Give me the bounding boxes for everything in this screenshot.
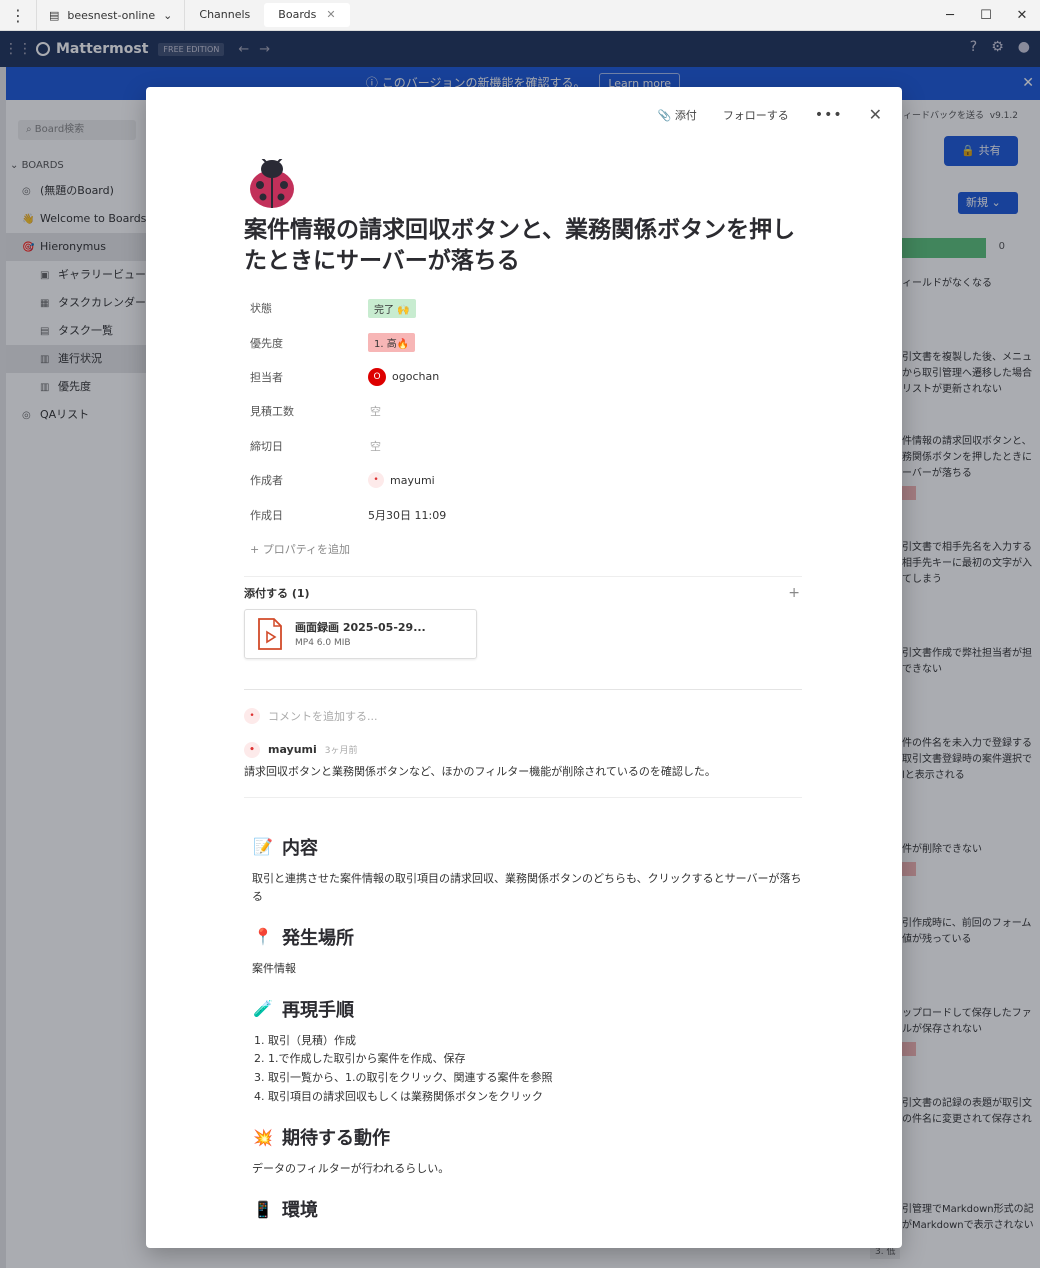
list-item: 取引（見積）作成 [268,1032,802,1051]
avatar: • [368,472,384,489]
phone-icon: 📱 [253,1199,273,1219]
attachment-file[interactable]: 画面録画 2025-05-29... MP4 6.0 MIB [244,608,477,659]
add-property-button[interactable]: + プロパティを追加 [244,538,802,562]
close-window-icon[interactable]: ✕ [1004,0,1040,31]
assignee-value[interactable]: Oogochan [368,367,439,386]
list-item: 取引一覧から、1.の取引をクリック、関連する案件を参照 [268,1069,802,1088]
comment-body: 請求回収ボタンと業務関係ボタンなど、ほかのフィルター機能が削除されているのを確認… [244,764,716,778]
dialog-toolbar: 📎 添付 フォローする ••• ✕ [658,105,882,124]
ladybug-icon[interactable] [246,156,298,209]
property-key[interactable]: 作成日 [244,507,368,523]
card-title[interactable]: 案件情報の請求回収ボタンと、業務関係ボタンを押したときにサーバーが落ちる [244,215,802,277]
comment-input[interactable]: • コメントを追加する... [244,707,802,724]
attachments-heading: 添付する (1) [244,586,310,600]
avatar: • [244,741,260,758]
chevron-down-icon: ⌄ [163,8,173,22]
property-key[interactable]: 作成者 [244,472,368,488]
tab-channels[interactable]: Channels [185,3,264,27]
property-status: 状態 完了 🙌 [244,291,802,325]
comment-item: • mayumi 3ヶ月前 請求回収ボタンと業務関係ボタンなど、ほかのフィルター… [244,741,802,779]
test-tube-icon: 🧪 [253,999,273,1019]
heading-location: 📍 発生場所 [253,927,354,949]
estimate-value[interactable]: 空 [368,403,381,419]
comment-placeholder: コメントを追加する... [268,709,378,723]
location-text: 案件情報 [252,961,296,975]
attach-button[interactable]: 📎 添付 [658,107,697,123]
attachments-section: 添付する (1) + 画面録画 2025-05-29... MP4 6.0 MI… [244,575,802,659]
expected-text: データのフィルターが行われるらしい。 [252,1162,450,1176]
property-creator: 作成者 • mayumi [244,463,802,497]
server-selector[interactable]: ▤ beesnest-online ⌄ [36,0,186,31]
property-key[interactable]: 状態 [244,300,368,316]
window-controls: ─ ☐ ✕ [932,0,1040,31]
content-text: 取引と連携させた案件情報の取引項目の請求回収、業務関係ボタンのどちらも、クリック… [252,871,802,903]
add-attachment-icon[interactable]: + [788,585,800,601]
comment-time: 3ヶ月前 [324,746,358,757]
property-priority: 優先度 1. 高🔥 [244,325,802,359]
property-key[interactable]: 優先度 [244,335,368,351]
tab-boards[interactable]: Boards ✕ [264,3,350,27]
attachment-meta: MP4 6.0 MIB [295,638,351,649]
list-item: 1.で作成した取引から案件を作成、保存 [268,1050,802,1069]
server-icon: ▤ [49,8,60,22]
property-created-date: 作成日 5月30日 11:09 [244,497,802,531]
video-file-icon [257,617,283,650]
memo-icon: 📝 [253,837,273,857]
heading-expected: 💥 期待する動作 [253,1127,390,1150]
window-titlebar: ⋮ ▤ beesnest-online ⌄ Channels Boards ✕ … [0,0,1040,31]
property-due-date: 締切日 空 [244,429,802,463]
close-tab-icon[interactable]: ✕ [326,3,335,27]
avatar: O [368,367,386,386]
comment-author: mayumi [268,743,317,757]
created-date-value: 5月30日 11:09 [368,508,447,522]
follow-button[interactable]: フォローする [723,107,789,123]
card-detail-dialog: 📎 添付 フォローする ••• ✕ 案件情報の請求回収ボタンと、業務関係ボタンを… [146,87,902,1248]
property-key[interactable]: 締切日 [244,438,368,454]
avatar: • [244,707,260,724]
card-properties: 状態 完了 🙌 優先度 1. 高🔥 担当者 Oogochan 見積工数 空 締切… [244,291,802,532]
more-options-icon[interactable]: ••• [815,107,843,123]
divider [244,688,802,690]
priority-badge[interactable]: 1. 高🔥 [368,333,416,353]
maximize-icon[interactable]: ☐ [968,0,1004,31]
property-estimate: 見積工数 空 [244,394,802,428]
heading-repro: 🧪 再現手順 [253,999,354,1021]
status-badge[interactable]: 完了 🙌 [368,298,416,318]
property-key[interactable]: 担当者 [244,369,368,385]
minimize-icon[interactable]: ─ [932,0,968,31]
due-date-value[interactable]: 空 [368,438,381,454]
tab-boards-label: Boards [278,8,317,21]
close-dialog-icon[interactable]: ✕ [869,105,882,124]
repro-steps: 取引（見積）作成 1.で作成した取引から案件を作成、保存 取引一覧から、1.の取… [252,1032,802,1106]
attachment-name: 画面録画 2025-05-29... [295,621,426,635]
property-assignee: 担当者 Oogochan [244,360,802,394]
creator-value: • mayumi [368,472,435,489]
server-name: beesnest-online [67,8,156,22]
pin-icon: 📍 [253,927,273,947]
paperclip-icon: 📎 [657,108,672,122]
card-content: 案件情報の請求回収ボタンと、業務関係ボタンを押したときにサーバーが落ちる 状態 … [244,156,802,1224]
collision-icon: 💥 [253,1127,273,1147]
card-description[interactable]: 📝 内容 取引と連携させた案件情報の取引項目の請求回収、業務関係ボタンのどちらも、… [244,832,802,1224]
property-key[interactable]: 見積工数 [244,403,368,419]
heading-content: 📝 内容 [253,837,318,859]
kebab-menu-icon[interactable]: ⋮ [0,6,36,25]
list-item: 取引項目の請求回収もしくは業務関係ボタンをクリック [268,1088,802,1107]
heading-environment: 📱 環境 [253,1199,318,1222]
divider [244,796,802,798]
